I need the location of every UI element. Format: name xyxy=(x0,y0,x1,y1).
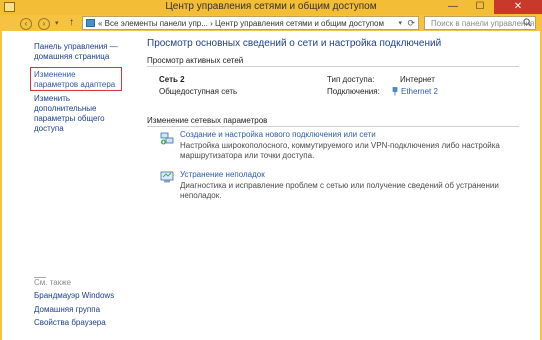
active-networks-heading: Просмотр активных сетей xyxy=(147,56,244,65)
search-placeholder: Поиск в панели управления xyxy=(431,19,535,28)
minimize-button[interactable]: — xyxy=(440,0,466,14)
network-category: Общедоступная сеть xyxy=(159,87,238,96)
setup-new-connection-link[interactable]: Создание и настройка нового подключения … xyxy=(180,130,376,139)
content-area: Панель управления — домашняя страница Из… xyxy=(2,31,540,340)
ethernet-connection-link[interactable]: Ethernet 2 xyxy=(401,87,438,96)
internet-options-link[interactable]: Свойства браузера xyxy=(34,318,106,328)
recent-locations-chevron-icon[interactable]: ▾ xyxy=(55,19,59,27)
search-icon[interactable] xyxy=(523,18,532,27)
homegroup-link[interactable]: Домашняя группа xyxy=(34,305,100,315)
network-center-window: Центр управления сетями и общим доступом… xyxy=(0,0,542,340)
address-toolbar: ‹ › ▾ ↑ « Все элементы панели упр... › Ц… xyxy=(0,15,542,31)
section-divider xyxy=(147,66,519,67)
connections-label: Подключения: xyxy=(327,87,380,96)
address-field[interactable]: « Все элементы панели упр... › Центр упр… xyxy=(82,16,419,30)
control-panel-icon xyxy=(86,19,95,27)
troubleshoot-icon xyxy=(160,171,174,183)
control-panel-home-link[interactable]: Панель управления — домашняя страница xyxy=(34,42,134,62)
main-pane: Просмотр основных сведений о сети и наст… xyxy=(147,31,540,340)
title-bar: Центр управления сетями и общим доступом… xyxy=(0,0,542,15)
up-button[interactable]: ↑ xyxy=(69,17,74,28)
network-name: Сеть 2 xyxy=(159,75,185,84)
ethernet-icon xyxy=(392,87,398,96)
troubleshoot-description: Диагностика и исправление проблем с сеть… xyxy=(180,181,499,200)
maximize-button[interactable]: ☐ xyxy=(467,0,493,14)
see-also-heading: См. также xyxy=(34,278,72,287)
page-title: Просмотр основных сведений о сети и наст… xyxy=(147,38,442,49)
setup-new-connection-description: Настройка широкополосного, коммутируемог… xyxy=(180,141,500,160)
address-dropdown-chevron-icon[interactable]: ▾ xyxy=(398,19,402,27)
search-field[interactable]: Поиск в панели управления xyxy=(424,16,536,30)
troubleshoot-link[interactable]: Устранение неполадок xyxy=(180,170,265,179)
left-navigation-pane: Панель управления — домашняя страница Из… xyxy=(2,31,136,340)
access-type-value: Интернет xyxy=(400,75,435,84)
access-type-label: Тип доступа: xyxy=(327,75,375,84)
change-adapter-settings-link[interactable]: Изменение параметров адаптера xyxy=(34,70,118,90)
back-button[interactable]: ‹ xyxy=(20,18,32,30)
forward-button[interactable]: › xyxy=(38,18,50,30)
address-path[interactable]: « Все элементы панели упр... › Центр упр… xyxy=(98,19,384,28)
section-divider xyxy=(147,126,519,127)
network-setup-icon xyxy=(160,132,174,145)
change-settings-heading: Изменение сетевых параметров xyxy=(147,116,268,125)
windows-firewall-link[interactable]: Брандмауэр Windows xyxy=(34,291,114,301)
refresh-icon[interactable]: ⟳ xyxy=(407,18,415,29)
advanced-sharing-settings-link[interactable]: Изменить дополнительные параметры общего… xyxy=(34,94,134,134)
close-button[interactable]: ✕ xyxy=(494,0,542,14)
